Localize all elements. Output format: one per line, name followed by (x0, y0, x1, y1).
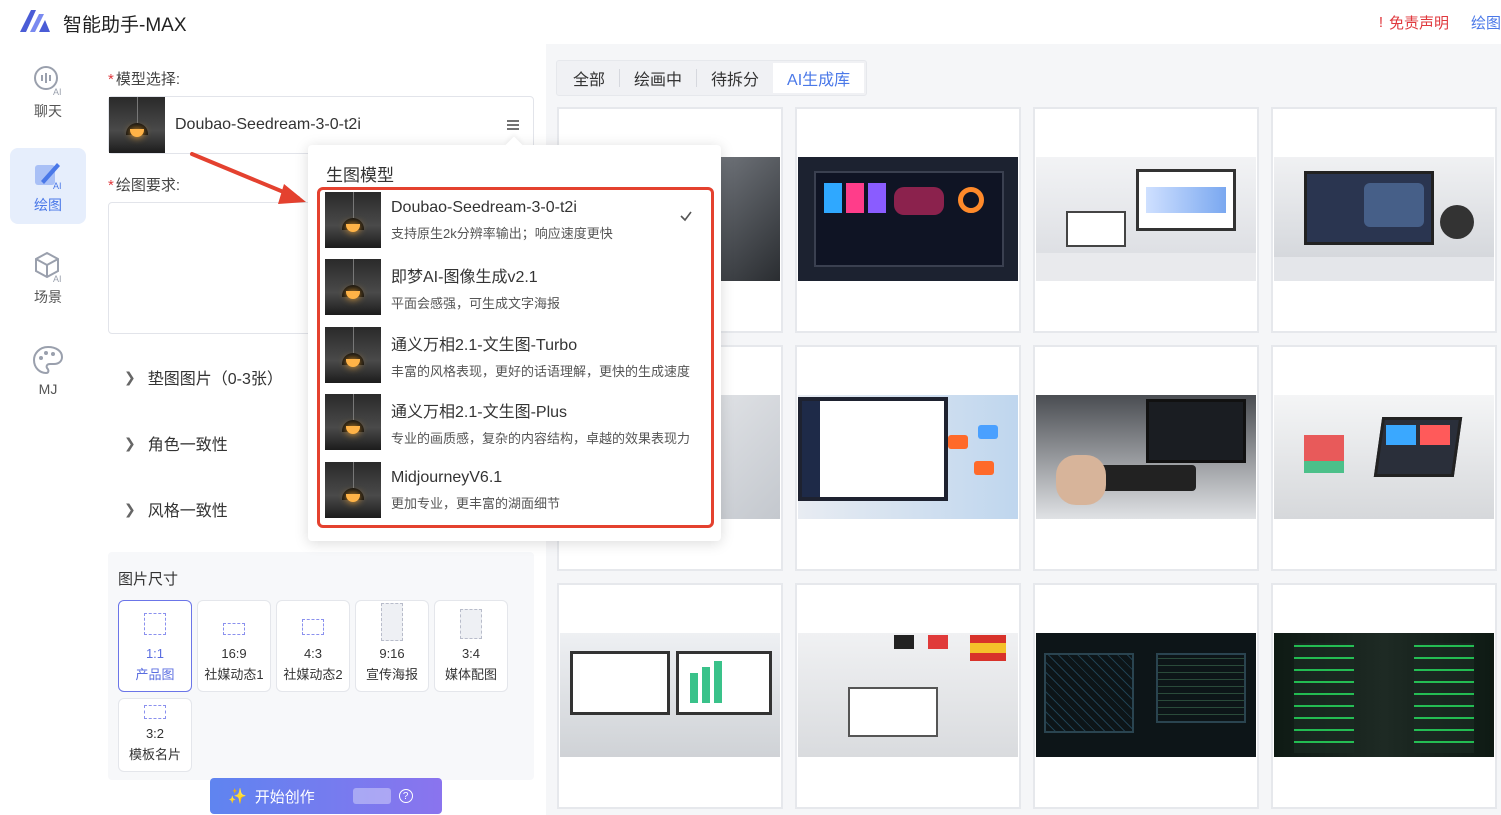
nav-paint[interactable]: AI 绘图 (10, 148, 86, 224)
gallery-image (1274, 157, 1494, 281)
gallery-image (798, 157, 1018, 281)
dropdown-title: 生图模型 (326, 166, 394, 185)
ratio-square-icon (144, 613, 166, 635)
gallery-image (1274, 395, 1494, 519)
gallery-image (1036, 633, 1256, 757)
gallery-card[interactable] (1271, 107, 1497, 333)
size-option-3-4[interactable]: 3:4 媒体配图 (434, 600, 508, 692)
image-size-section: 图片尺寸 1:1 产品图 16:9 社媒动态1 4:3 社媒动态2 9:16 宣传海报 … (108, 552, 534, 780)
blurred-credit (352, 788, 391, 804)
ratio-portrait-icon (460, 609, 482, 639)
model-option[interactable]: MidjourneyV6.1 更加专业，更丰富的湖面细节 (325, 461, 711, 519)
gallery-card[interactable] (795, 583, 1021, 809)
selected-model-name: Doubao-Seedream-3-0-t2i (175, 116, 361, 133)
size-option-9-16[interactable]: 9:16 宣传海报 (355, 600, 429, 692)
gallery-image (798, 633, 1018, 757)
chat-ai-icon: AI (34, 66, 62, 97)
prompt-label: * 绘图要求: (108, 177, 181, 194)
model-thumbnail (325, 394, 381, 450)
app-logo-icon (20, 10, 50, 32)
gallery-card[interactable] (1271, 583, 1497, 809)
palette-icon (32, 345, 64, 375)
size-option-4-3[interactable]: 4:3 社媒动态2 (276, 600, 350, 692)
doc-link[interactable]: 绘图文档 (1467, 12, 1501, 33)
tab-ai-library[interactable]: AI生成库 (773, 63, 865, 93)
chevron-right-icon: ❯ (124, 500, 136, 517)
gallery-card[interactable] (1033, 583, 1259, 809)
chevron-right-icon: ❯ (124, 368, 136, 385)
model-dropdown: 生图模型 Doubao-Seedream-3-0-t2i 支持原生2k分辨率输出… (308, 136, 721, 541)
svg-text:AI: AI (53, 274, 62, 283)
svg-text:AI: AI (53, 87, 62, 97)
model-thumbnail (109, 97, 165, 153)
size-title: 图片尺寸 (118, 571, 179, 588)
ratio-tall-icon (381, 603, 403, 641)
ratio-card-icon (144, 705, 166, 719)
gallery-tabs: 全部 绘画中 待拆分 AI生成库 (556, 60, 868, 96)
gallery-image (1036, 157, 1256, 281)
size-option-1-1[interactable]: 1:1 产品图 (118, 600, 192, 692)
chevron-right-icon: ❯ (124, 434, 136, 451)
warning-icon: ! (1378, 14, 1383, 31)
gallery-image (798, 395, 1018, 519)
app-title: 智能助手-MAX (63, 15, 187, 36)
tab-all[interactable]: 全部 (559, 63, 619, 93)
gallery-image (1274, 633, 1494, 757)
cube-ai-icon: AI (35, 251, 62, 283)
svg-text:AI: AI (53, 181, 62, 191)
gallery-image (1036, 395, 1256, 519)
disclaimer-link[interactable]: ! 免责声明 (1379, 12, 1449, 33)
gallery-card[interactable] (557, 583, 783, 809)
top-header: 智能助手-MAX ! 免责声明 绘图文档 (0, 0, 1501, 44)
model-option[interactable]: 通义万相2.1-文生图-Turbo 丰富的风格表现，更好的话语理解，更快的生成速… (325, 326, 711, 384)
model-thumbnail (325, 259, 381, 315)
gallery-card[interactable] (795, 107, 1021, 333)
nav-scene[interactable]: AI 场景 (10, 240, 86, 316)
size-option-3-2[interactable]: 3:2 模板名片 (118, 698, 192, 772)
help-icon[interactable]: ? (398, 789, 413, 803)
magic-wand-icon: ✨ (228, 788, 247, 805)
check-icon (680, 211, 692, 222)
model-option[interactable]: 通义万相2.1-文生图-Plus 专业的画质感，复杂的内容结构，卓越的效果表现力 (325, 393, 711, 451)
ratio-landscape-icon (302, 619, 324, 635)
model-option[interactable]: Doubao-Seedream-3-0-t2i 支持原生2k分辨率输出；响应速度… (325, 191, 711, 249)
model-option[interactable]: 即梦AI-图像生成v2.1 平面会感强，可生成文字海报 (325, 258, 711, 316)
nav-chat[interactable]: AI 聊天 (10, 54, 86, 130)
gallery-card[interactable] (795, 345, 1021, 571)
paint-ai-icon: AI (35, 163, 62, 191)
gallery-card[interactable] (1033, 107, 1259, 333)
tab-drawing[interactable]: 绘画中 (620, 63, 696, 93)
model-label: * 模型选择: (108, 71, 181, 88)
start-create-button[interactable]: ✨ 开始创作 ? (210, 778, 442, 814)
model-thumbnail (325, 192, 381, 248)
left-nav: AI 聊天 AI 绘图 AI 场景 MJ (0, 44, 96, 815)
gallery-card[interactable] (1033, 345, 1259, 571)
annotation-arrow-icon (190, 152, 306, 204)
ratio-wide-icon (223, 623, 245, 635)
size-option-16-9[interactable]: 16:9 社媒动态1 (197, 600, 271, 692)
model-thumbnail (325, 462, 381, 518)
gallery-image (560, 633, 780, 757)
tab-to-split[interactable]: 待拆分 (697, 63, 773, 93)
nav-mj[interactable]: MJ (10, 332, 86, 408)
gallery-card[interactable] (1271, 345, 1497, 571)
list-icon[interactable] (505, 117, 521, 133)
model-thumbnail (325, 327, 381, 383)
